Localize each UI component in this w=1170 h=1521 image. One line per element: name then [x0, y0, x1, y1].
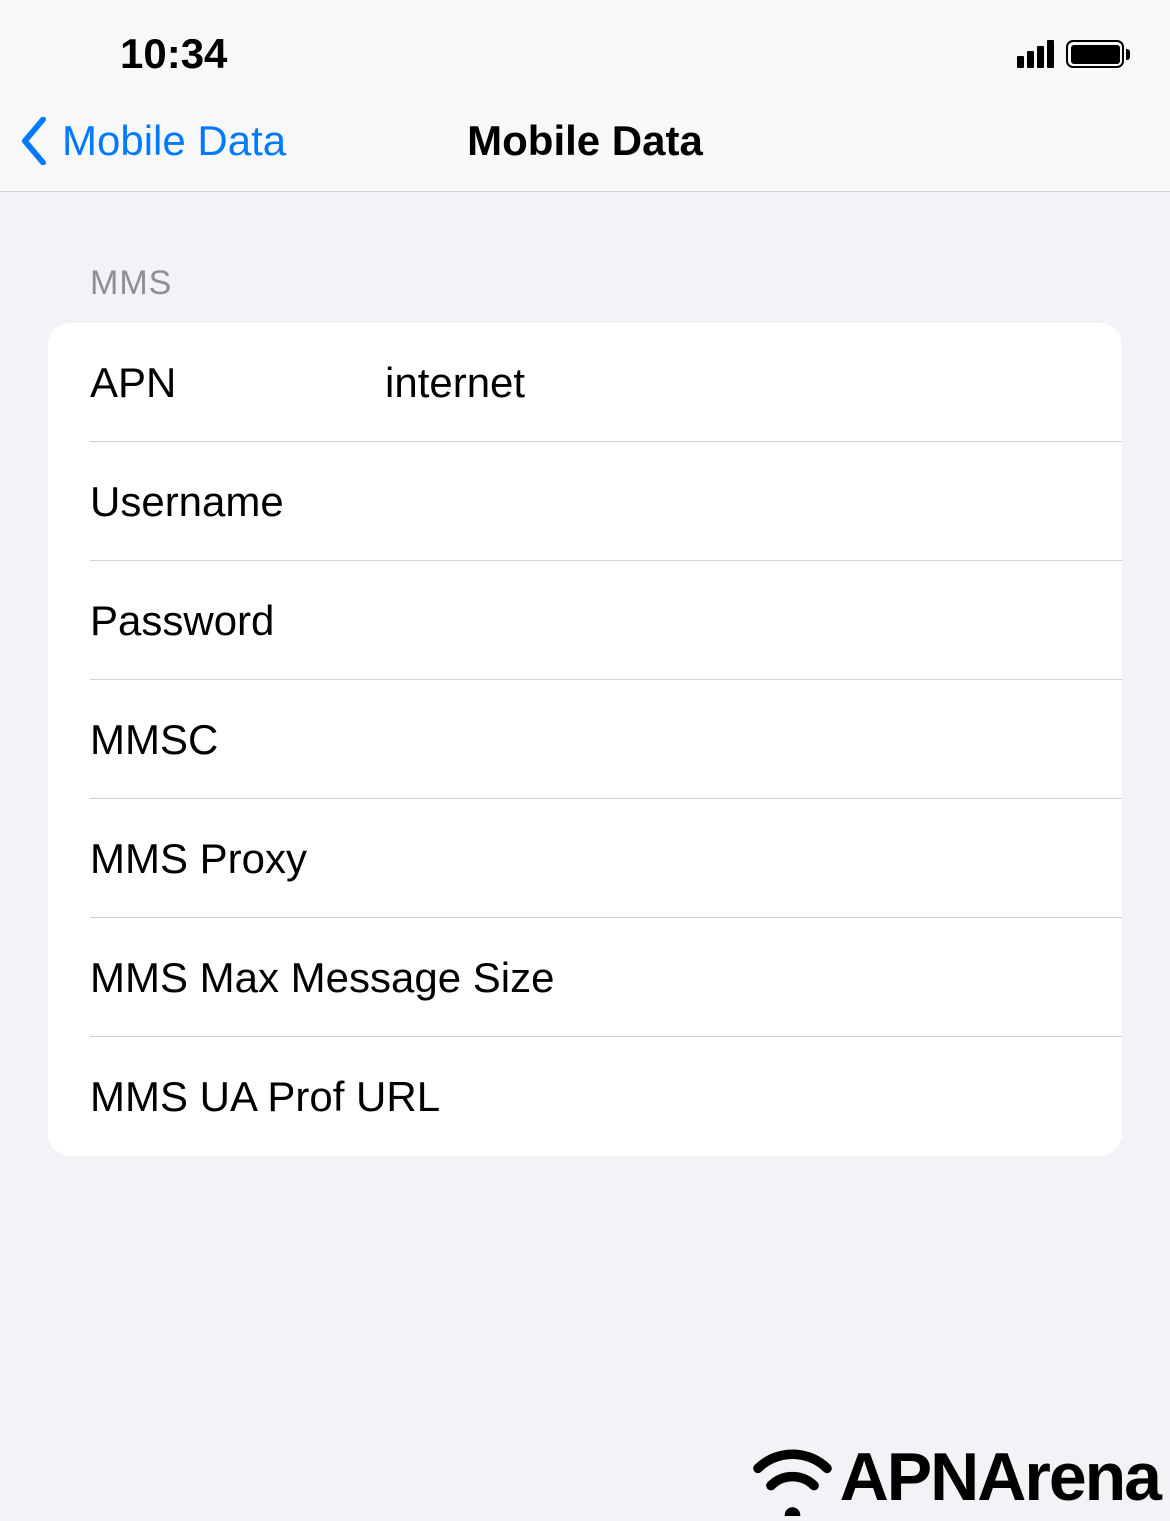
row-username[interactable]: Username [48, 442, 1122, 561]
status-bar: 10:34 [0, 0, 1170, 90]
row-mmsc[interactable]: MMSC [48, 680, 1122, 799]
label-password: Password [90, 597, 385, 645]
label-mms-max-size: MMS Max Message Size [90, 954, 1080, 1002]
cellular-signal-icon [1017, 40, 1054, 68]
label-mmsc: MMSC [90, 716, 385, 764]
input-apn[interactable] [385, 359, 1080, 407]
footer-logo-text: APNArena [840, 1438, 1160, 1516]
label-mms-ua-prof: MMS UA Prof URL [90, 1073, 1080, 1121]
row-apn[interactable]: APN [48, 323, 1122, 442]
status-indicators [1017, 40, 1130, 68]
row-password[interactable]: Password [48, 561, 1122, 680]
input-username[interactable] [385, 478, 1080, 526]
battery-icon [1066, 40, 1130, 68]
page-title: Mobile Data [467, 117, 703, 165]
status-time: 10:34 [120, 30, 227, 78]
settings-group-mms: APN Username Password MMSC MMS Proxy MMS… [48, 323, 1122, 1156]
input-password[interactable] [385, 597, 1080, 645]
wifi-icon [745, 1438, 840, 1516]
input-mms-proxy[interactable] [385, 835, 1080, 883]
row-mms-ua-prof[interactable]: MMS UA Prof URL [48, 1037, 1122, 1156]
input-mmsc[interactable] [385, 716, 1080, 764]
section-header-mms: MMS [48, 264, 1122, 303]
content-area: APNArena MMS APN Username Password MMSC … [0, 192, 1170, 1156]
label-mms-proxy: MMS Proxy [90, 835, 385, 883]
label-apn: APN [90, 359, 385, 407]
footer-logo: APNArena [745, 1433, 1170, 1521]
label-username: Username [90, 478, 385, 526]
back-label: Mobile Data [62, 117, 286, 165]
navigation-bar: Mobile Data Mobile Data [0, 90, 1170, 192]
row-mms-max-size[interactable]: MMS Max Message Size [48, 918, 1122, 1037]
back-button[interactable]: Mobile Data [0, 117, 286, 165]
row-mms-proxy[interactable]: MMS Proxy [48, 799, 1122, 918]
chevron-left-icon [18, 117, 50, 165]
